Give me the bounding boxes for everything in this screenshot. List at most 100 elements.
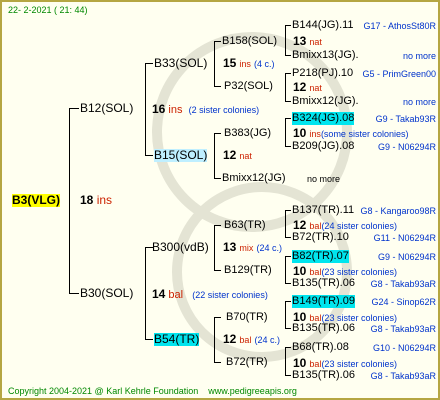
gen4-name[interactable]: B144(JG).11 <box>292 19 354 32</box>
score-type: mix <box>239 243 254 253</box>
gen4-name[interactable]: P218(PJ).10 <box>292 67 353 80</box>
score-type: bal <box>309 359 322 369</box>
gen4-name[interactable]: B149(TR).09 <box>292 295 355 308</box>
connector <box>285 118 286 147</box>
connector <box>214 133 215 179</box>
sister-colonies-note: (some sister colonies) <box>320 129 409 139</box>
connector <box>214 317 215 363</box>
score-num: 12 <box>293 80 307 94</box>
connector <box>285 25 286 56</box>
score-type: ins <box>309 129 321 139</box>
score-type: bal <box>309 267 322 277</box>
connector <box>285 256 286 284</box>
gen4-code: G9 - N06294R <box>377 252 436 262</box>
ggp-f[interactable]: B129(TR) <box>224 264 272 277</box>
connector <box>214 362 221 363</box>
ggp-g[interactable]: B70(TR) <box>226 311 268 324</box>
gen4-name[interactable]: B324(JG).08 <box>292 112 355 125</box>
sister-colonies-note: (23 sister colonies) <box>321 267 397 277</box>
gen4-name[interactable]: B72(TR).10 <box>292 231 349 244</box>
connector <box>285 146 291 147</box>
score-num: 10 <box>293 264 307 278</box>
connector <box>145 155 153 156</box>
sister-colonies-note: (24 sister colonies) <box>321 221 397 231</box>
connector <box>285 210 286 238</box>
sister-colonies-note: (4 c.) <box>254 59 275 69</box>
sister-colonies-note: (24 c.) <box>256 243 282 253</box>
sister-colonies-note: (24 c.) <box>254 335 281 345</box>
connector <box>69 293 79 294</box>
root-score-type: ins <box>96 193 113 207</box>
gen4-code: G9 - Takab93R <box>375 114 436 124</box>
gen4-name[interactable]: B135(TR).06 <box>292 322 355 335</box>
root-queen[interactable]: B3(VLG) <box>12 194 60 207</box>
ggp-c[interactable]: B383(JG) <box>224 127 271 140</box>
score-num: 12 <box>223 148 237 162</box>
date-stamp: 22- 2-2021 ( 21: 44) <box>8 5 88 15</box>
connector <box>214 317 221 318</box>
connector <box>145 63 146 156</box>
gen4-name[interactable]: B82(TR).07 <box>292 250 349 263</box>
root-score-num: 18 <box>80 193 94 207</box>
root-score: 18 ins <box>80 194 112 207</box>
gen4-name[interactable]: Bmixx13(JG). <box>292 49 359 62</box>
grandparent-c-score: 13 mix (24 c.) <box>223 241 282 255</box>
sister-colonies-note: (22 sister colonies) <box>192 290 268 300</box>
ggp-a-score: 13 nat <box>293 35 322 49</box>
connector <box>285 256 291 257</box>
ggp-e[interactable]: B63(TR) <box>224 219 266 232</box>
ggp-d[interactable]: Bmixx12(JG) <box>222 172 286 185</box>
score-num: 16 <box>152 102 166 116</box>
score-num: 14 <box>152 287 166 301</box>
connector <box>285 118 291 119</box>
gen4-code: G11 - N06294R <box>373 233 436 243</box>
grandparent-d[interactable]: B54(TR) <box>154 333 200 346</box>
connector <box>214 133 221 134</box>
ggp-b-score: 12 nat <box>293 81 322 95</box>
score-num: 10 <box>293 356 307 370</box>
parent-upper-score: 16 ins (2 sister colonies) <box>152 103 259 117</box>
connector <box>214 270 221 271</box>
gen4-name[interactable]: B135(TR).06 <box>292 369 355 382</box>
connector <box>69 108 79 109</box>
grandparent-b-score: 12 nat <box>223 149 252 163</box>
gen4-name[interactable]: B137(TR).11 <box>292 204 354 217</box>
no-more-note: no more <box>307 174 341 184</box>
gen4-name[interactable]: B68(TR).08 <box>292 341 349 354</box>
connector <box>214 86 221 87</box>
parent-lower[interactable]: B30(SOL) <box>80 287 133 300</box>
gen4-code: G8 - Takab93aR <box>370 324 436 334</box>
connector <box>145 339 153 340</box>
connector <box>69 108 70 294</box>
score-type: bal <box>168 289 184 301</box>
score-type: nat <box>309 83 322 93</box>
gen4-name[interactable]: Bmixx12(JG). <box>292 95 359 108</box>
ggp-a[interactable]: B158(SOL) <box>222 35 277 48</box>
score-type: ins <box>168 104 183 116</box>
connector <box>285 73 291 74</box>
score-type: bal <box>239 335 252 345</box>
connector <box>145 63 153 64</box>
site-link[interactable]: www.pedigreeapis.org <box>208 386 297 396</box>
ggp-b[interactable]: P32(SOL) <box>224 80 273 93</box>
connector <box>285 301 291 302</box>
gen4-code: G24 - Sinop62R <box>371 297 436 307</box>
grandparent-c[interactable]: B300(vdB) <box>152 241 209 254</box>
gen4-name[interactable]: B209(JG).08 <box>292 140 354 153</box>
score-type: nat <box>309 37 322 47</box>
parent-upper[interactable]: B12(SOL) <box>80 102 133 115</box>
gen4-name[interactable]: B135(TR).06 <box>292 277 355 290</box>
grandparent-b[interactable]: B15(SOL) <box>154 149 208 162</box>
grandparent-a-score: 15 ins (4 c.) <box>223 57 275 71</box>
connector <box>285 237 291 238</box>
ggp-h[interactable]: B72(TR) <box>226 356 268 369</box>
grandparent-d-score: 12 bal (24 c.) <box>223 333 280 347</box>
score-num: 12 <box>223 332 237 346</box>
copyright-text: Copyright 2004-2021 @ Karl Kehrle Founda… <box>8 386 199 396</box>
score-type: nat <box>239 151 252 161</box>
score-type: bal <box>309 221 322 231</box>
connector <box>285 55 291 56</box>
score-num: 13 <box>223 240 237 254</box>
grandparent-a[interactable]: B33(SOL) <box>154 57 207 70</box>
parent-lower-score: 14 bal (22 sister colonies) <box>152 288 268 302</box>
